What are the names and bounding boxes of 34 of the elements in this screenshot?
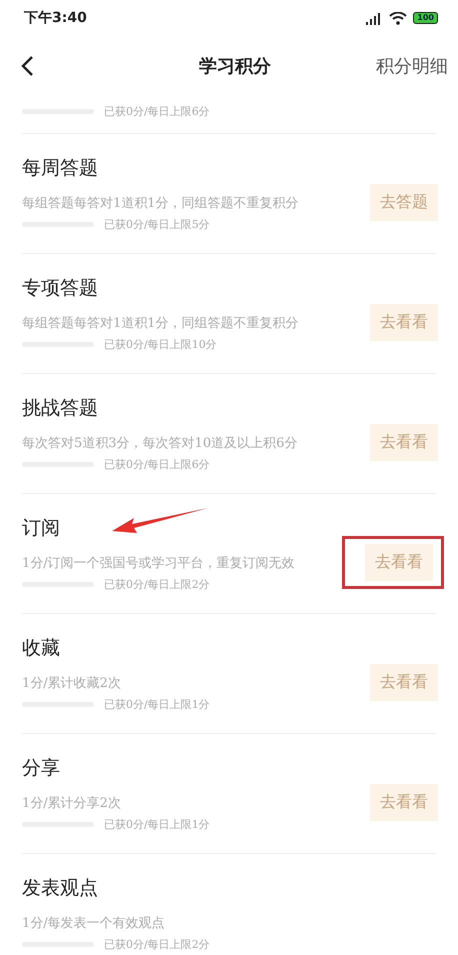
task-title: 分享 [22, 756, 60, 780]
task-description: 每次答对5道积3分，每次答对10道及以上积6分 [22, 434, 298, 452]
progress-text: 已获0分/每日上限1分 [104, 816, 210, 832]
task-description: 每组答题每答对1道积1分，同组答题不重复积分 [22, 314, 300, 332]
go-button[interactable]: 去看看 [370, 664, 438, 701]
task-title: 发表观点 [22, 876, 98, 900]
progress-text: 已获0分/每日上限2分 [104, 936, 210, 952]
go-button[interactable]: 去看看 [365, 544, 433, 581]
wifi-icon [389, 12, 408, 24]
status-time: 下午3:40 [24, 9, 87, 27]
task-description: 每组答题每答对1道积1分，同组答题不重复积分 [22, 194, 300, 212]
battery-icon: 100 [413, 12, 438, 24]
back-icon[interactable] [20, 55, 34, 77]
task-title: 收藏 [22, 636, 60, 660]
progress-text: 已获0分/每日上限6分 [104, 104, 210, 119]
progress-text: 已获0分/每日上限2分 [104, 576, 210, 592]
progress-text: 已获0分/每日上限5分 [104, 216, 210, 232]
go-button[interactable]: 去看看 [370, 424, 438, 461]
task-description: 1分/累计分享2次 [22, 794, 122, 812]
task-description: 1分/每发表一个有效观点 [22, 914, 166, 932]
page-title: 学习积分 [199, 55, 271, 78]
progress-text: 已获0分/每日上限6分 [104, 456, 210, 472]
task-title: 每周答题 [22, 156, 98, 180]
progress-text: 已获0分/每日上限1分 [104, 696, 210, 712]
points-detail-link[interactable]: 积分明细 [376, 54, 448, 78]
go-button[interactable]: 去答题 [370, 184, 438, 221]
task-title: 挑战答题 [22, 396, 98, 420]
progress-text: 已获0分/每日上限10分 [104, 336, 217, 352]
task-title: 订阅 [22, 516, 60, 540]
task-description: 1分/累计收藏2次 [22, 674, 122, 692]
go-button[interactable]: 去看看 [370, 784, 438, 821]
task-title: 专项答题 [22, 276, 98, 300]
go-button[interactable]: 去看看 [370, 304, 438, 341]
task-description: 1分/订阅一个强国号或学习平台，重复订阅无效 [22, 554, 296, 572]
